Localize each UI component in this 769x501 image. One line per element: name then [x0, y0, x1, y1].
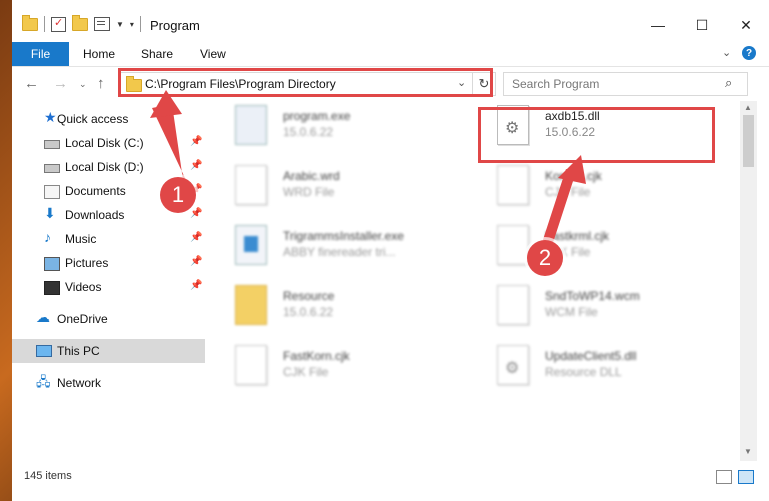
annotation-badge-1: 1 [160, 177, 196, 213]
arrow-1-head [150, 90, 182, 118]
annotation-badge-2: 2 [527, 240, 563, 276]
annotation-arrows [150, 90, 586, 258]
arrow-2-head [558, 155, 586, 184]
